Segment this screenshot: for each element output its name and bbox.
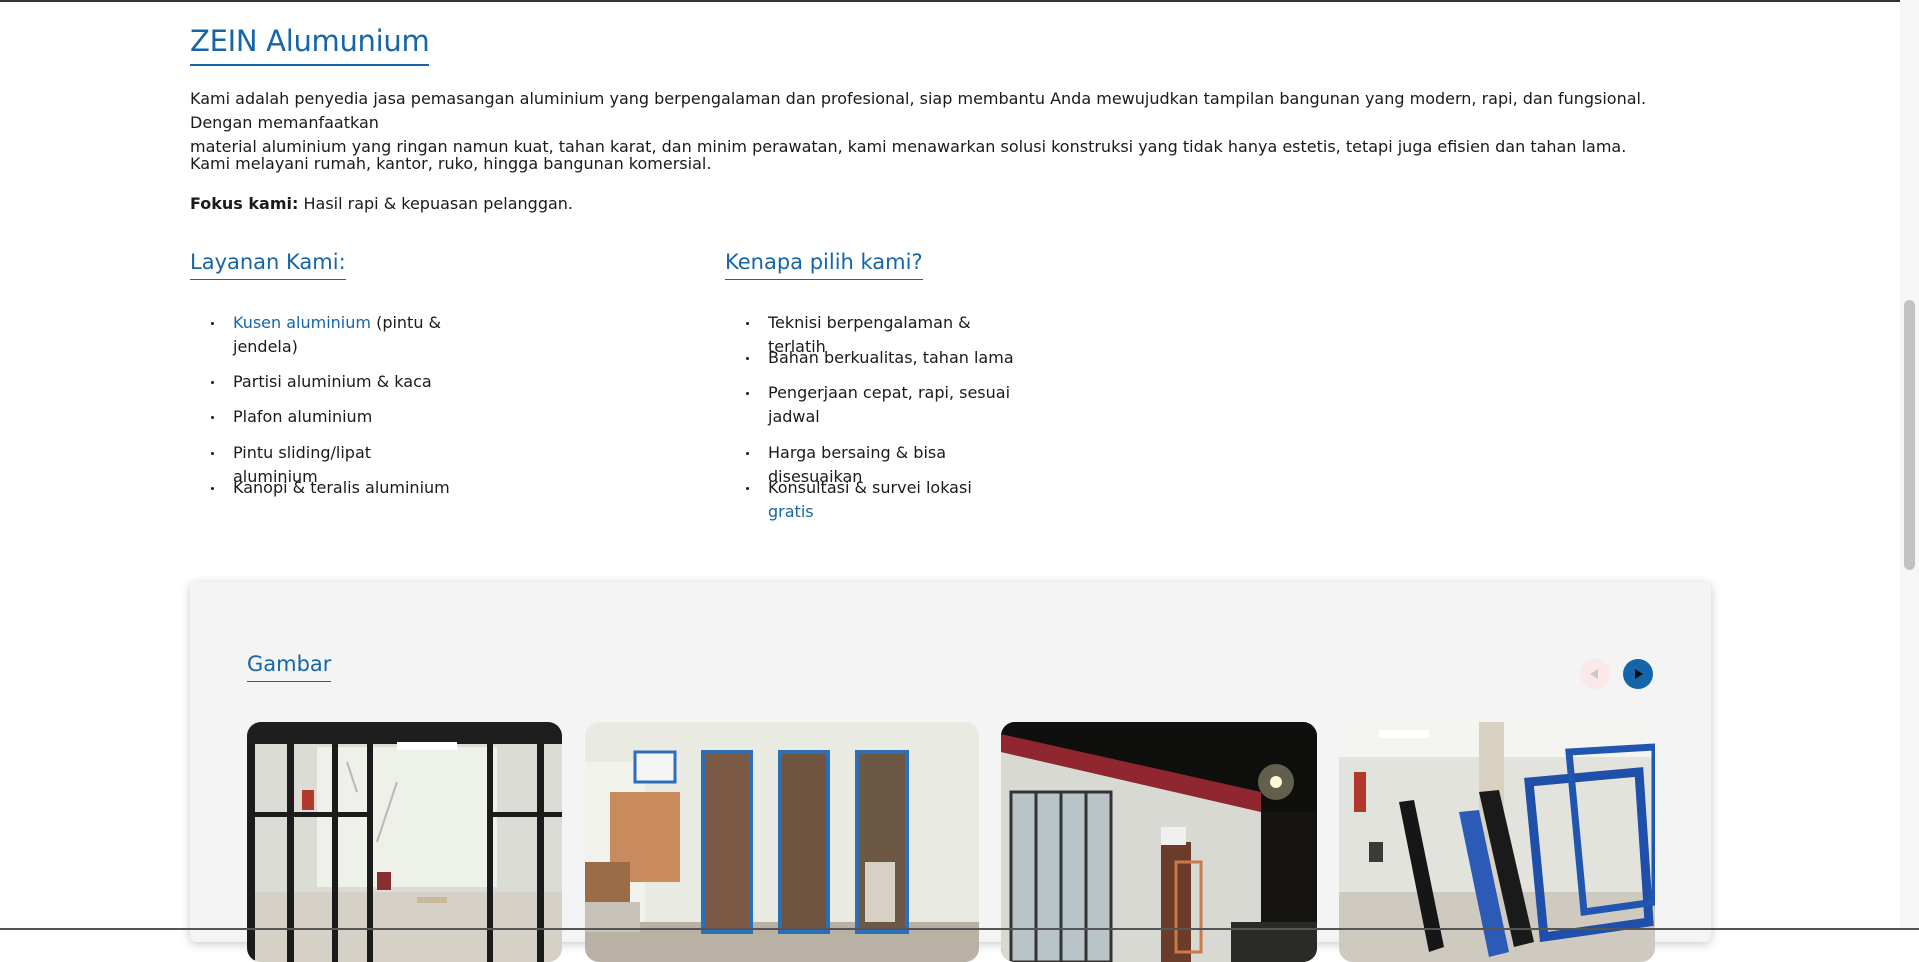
focus-paragraph: Fokus kami: Hasil rapi & kepuasan pelang… [190, 192, 1710, 216]
list-item-text: Kanopi & teralis aluminium [233, 478, 450, 497]
gallery-image-4-svg [1339, 722, 1655, 962]
list-item: Plafon aluminium [190, 405, 372, 429]
service-area-paragraph: Kami melayani rumah, kantor, ruko, hingg… [190, 154, 712, 173]
gallery-image-1-svg [247, 722, 562, 962]
gallery-image-2[interactable] [585, 722, 979, 962]
page-scrollbar[interactable] [1900, 0, 1919, 930]
list-item-text: jadwal [768, 407, 820, 426]
top-border [0, 0, 1919, 2]
triangle-left-icon [1590, 669, 1598, 679]
list-item: Kanopi & teralis aluminium [190, 476, 450, 500]
services-heading: Layanan Kami: [190, 250, 346, 280]
intro-paragraph: Kami adalah penyedia jasa pemasangan alu… [190, 87, 1710, 159]
list-item-text: Partisi aluminium & kaca [233, 372, 432, 391]
gallery-image-3[interactable] [1001, 722, 1317, 962]
triangle-right-icon [1635, 669, 1643, 679]
gallery-prev-button[interactable] [1580, 659, 1610, 689]
list-item: Kusen aluminium (pintu & jendela) [190, 311, 441, 359]
list-item-text: Bahan berkualitas, tahan lama [768, 348, 1014, 367]
list-item-text: Pengerjaan cepat, rapi, sesuai [768, 383, 1011, 402]
list-item: Partisi aluminium & kaca [190, 370, 432, 394]
gallery-image-4[interactable] [1339, 722, 1655, 962]
gallery-card: Gambar [190, 582, 1711, 962]
gallery-image-3-svg [1001, 722, 1317, 962]
page-title: ZEIN Alumunium [190, 24, 430, 66]
list-item: Pengerjaan cepat, rapi, sesuai jadwal [725, 381, 1010, 429]
focus-text: Hasil rapi & kepuasan pelanggan. [298, 194, 573, 213]
list-item-text: Plafon aluminium [233, 407, 373, 426]
gratis-link[interactable]: gratis [768, 502, 814, 521]
gallery-image-2-svg [585, 722, 979, 962]
gallery-next-button[interactable] [1623, 659, 1653, 689]
intro-line-1: Kami adalah penyedia jasa pemasangan alu… [190, 89, 1647, 132]
list-item-text: Konsultasi & survei lokasi [768, 478, 972, 497]
scrollbar-thumb[interactable] [1904, 300, 1915, 570]
list-item: Bahan berkualitas, tahan lama [725, 346, 1014, 370]
gallery-image-1[interactable] [247, 722, 562, 962]
list-item: Konsultasi & survei lokasi gratis [725, 476, 1015, 524]
gallery-heading: Gambar [247, 652, 332, 682]
list-item-text: (pintu & [370, 313, 442, 332]
why-heading: Kenapa pilih kami? [725, 250, 923, 280]
focus-label: Fokus kami: [190, 194, 299, 213]
kusen-aluminium-link[interactable]: Kusen aluminium [233, 313, 371, 332]
list-item-text: jendela) [233, 337, 298, 356]
